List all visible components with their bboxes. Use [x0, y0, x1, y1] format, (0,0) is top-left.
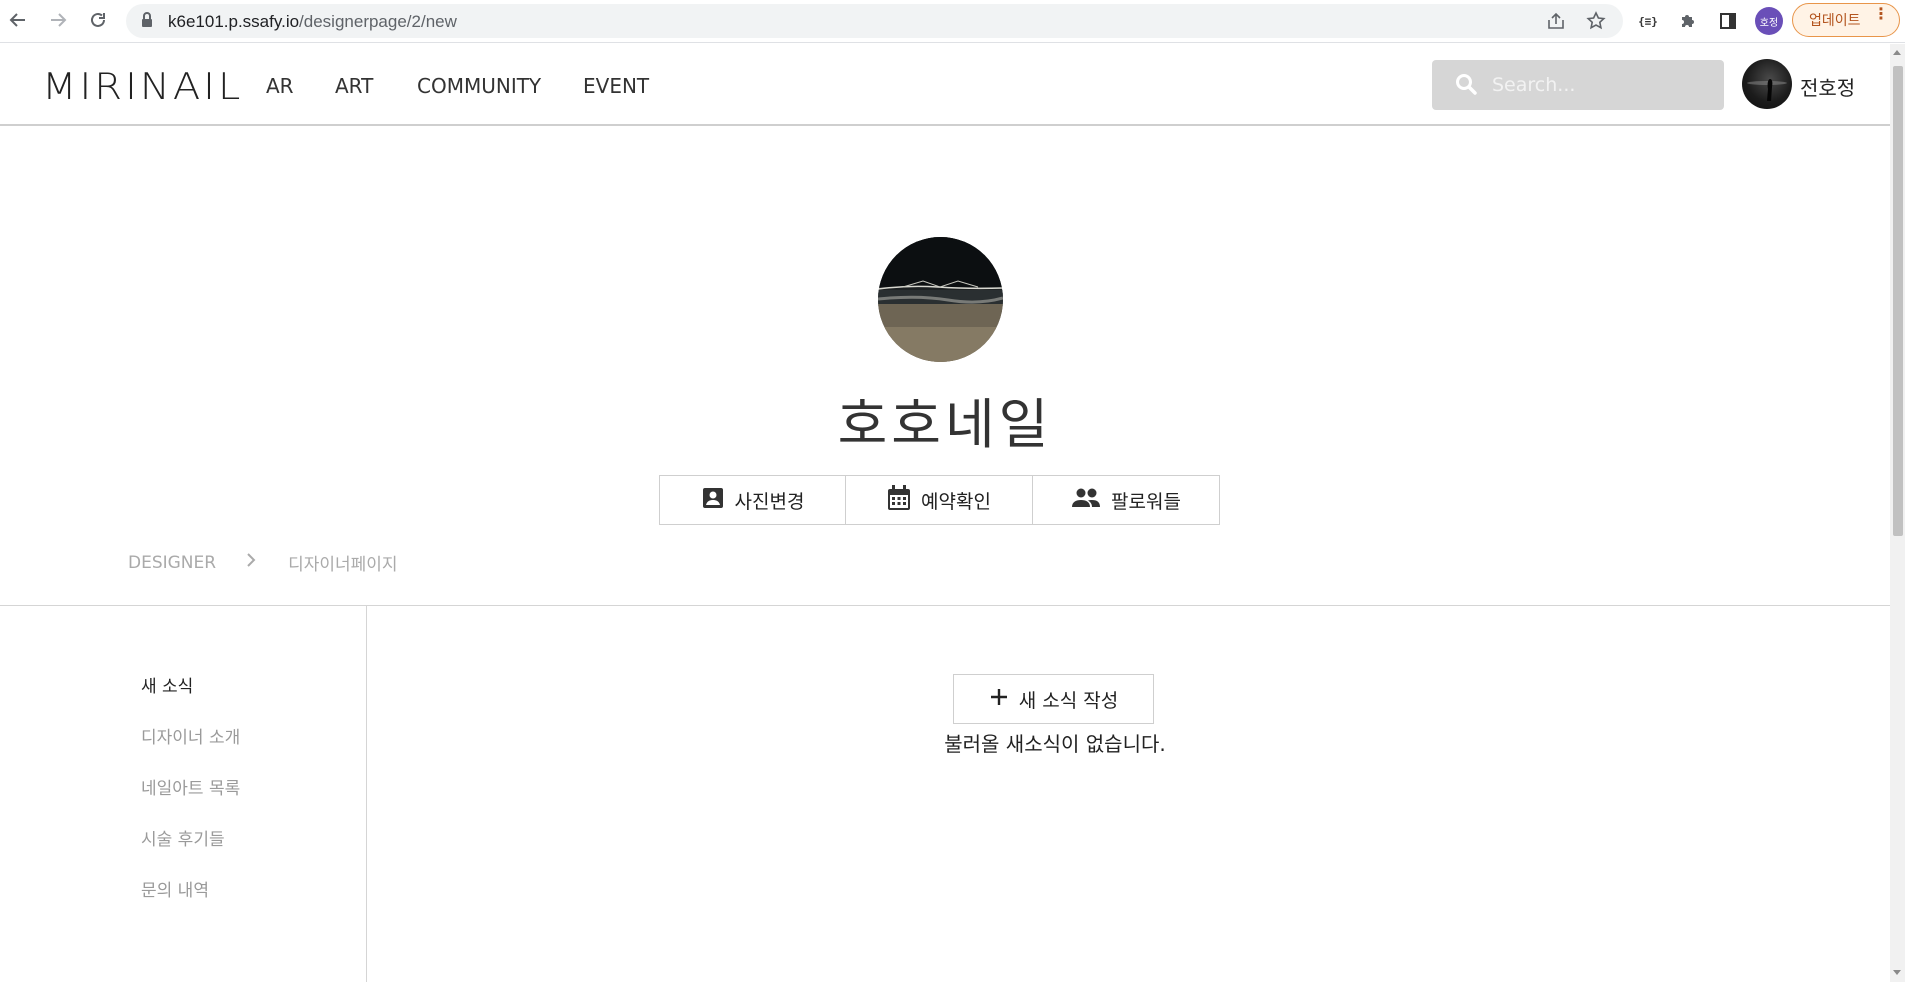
search-placeholder: Search... — [1492, 74, 1576, 96]
profile-actions: 사진변경 예약확인 팔로워들 — [659, 475, 1220, 525]
nav-event[interactable]: EVENT — [583, 74, 649, 98]
side-item-nailart-list[interactable]: 네일아트 목록 — [141, 774, 240, 825]
portrait-icon — [701, 486, 725, 515]
nav-art[interactable]: ART — [335, 74, 373, 98]
scroll-up-icon[interactable] — [1893, 50, 1901, 55]
calendar-icon — [887, 484, 911, 516]
chevron-right-icon — [246, 552, 256, 573]
change-photo-label: 사진변경 — [734, 490, 805, 513]
side-item-reviews[interactable]: 시술 후기들 — [141, 825, 240, 876]
side-item-news[interactable]: 새 소식 — [141, 672, 240, 723]
reload-icon[interactable] — [86, 8, 110, 32]
search-icon — [1454, 72, 1478, 101]
breadcrumb-root[interactable]: DESIGNER — [128, 553, 216, 573]
page-scrollbar[interactable] — [1890, 44, 1905, 982]
new-post-label: 새 소식 작성 — [1018, 689, 1119, 712]
empty-news-message: 불러올 새소식이 없습니다. — [944, 732, 1166, 756]
back-icon[interactable] — [6, 8, 30, 32]
site-logo[interactable]: MIRINAIL — [42, 66, 243, 108]
header-username[interactable]: 전호정 — [1800, 72, 1855, 101]
forward-icon[interactable] — [46, 8, 70, 32]
side-panel-icon[interactable] — [1716, 9, 1740, 33]
breadcrumb-current: 디자이너페이지 — [288, 555, 398, 575]
side-item-inquiries[interactable]: 문의 내역 — [141, 876, 240, 927]
update-label: 업데이트 — [1809, 13, 1861, 29]
address-bar[interactable]: k6e101.p.ssafy.io/designerpage/2/new — [126, 4, 1623, 38]
designer-profile-photo — [878, 237, 1003, 362]
designer-name: 호호네일 — [837, 393, 1053, 456]
bookmark-star-icon[interactable] — [1586, 11, 1606, 31]
breadcrumb: DESIGNER 디자이너페이지 — [128, 550, 398, 576]
nav-ar[interactable]: AR — [266, 74, 294, 98]
browser-profile-avatar[interactable]: 호정 — [1755, 7, 1783, 35]
lock-icon — [140, 11, 160, 31]
scroll-thumb[interactable] — [1893, 66, 1903, 536]
sidebar-divider — [366, 606, 367, 982]
reservation-check-button[interactable]: 예약확인 — [846, 475, 1033, 525]
followers-label: 팔로워들 — [1111, 490, 1181, 513]
site-header: MIRINAIL AR ART COMMUNITY EVENT Search..… — [0, 44, 1890, 126]
user-avatar[interactable] — [1742, 59, 1792, 109]
url-text: k6e101.p.ssafy.io/designerpage/2/new — [168, 12, 457, 31]
followers-button[interactable]: 팔로워들 — [1033, 475, 1220, 525]
reservation-check-label: 예약확인 — [921, 490, 991, 513]
plus-icon — [989, 687, 1009, 712]
people-icon — [1071, 487, 1101, 514]
puzzle-icon[interactable] — [1676, 9, 1700, 33]
more-vert-icon[interactable]: ⋮ — [1873, 6, 1889, 22]
scroll-down-icon[interactable] — [1893, 970, 1901, 975]
nav-community[interactable]: COMMUNITY — [417, 74, 541, 98]
content-divider — [0, 605, 1890, 606]
update-button[interactable]: 업데이트 ⋮ — [1792, 3, 1900, 37]
browser-toolbar: k6e101.p.ssafy.io/designerpage/2/new {≡}… — [0, 0, 1905, 43]
share-icon[interactable] — [1546, 11, 1566, 31]
new-post-button[interactable]: 새 소식 작성 — [953, 674, 1154, 724]
change-photo-button[interactable]: 사진변경 — [659, 475, 846, 525]
designer-side-menu: 새 소식 디자이너 소개 네일아트 목록 시술 후기들 문의 내역 — [141, 672, 240, 927]
search-input[interactable]: Search... — [1432, 60, 1724, 110]
extension-json-icon[interactable]: {≡} — [1636, 9, 1660, 33]
